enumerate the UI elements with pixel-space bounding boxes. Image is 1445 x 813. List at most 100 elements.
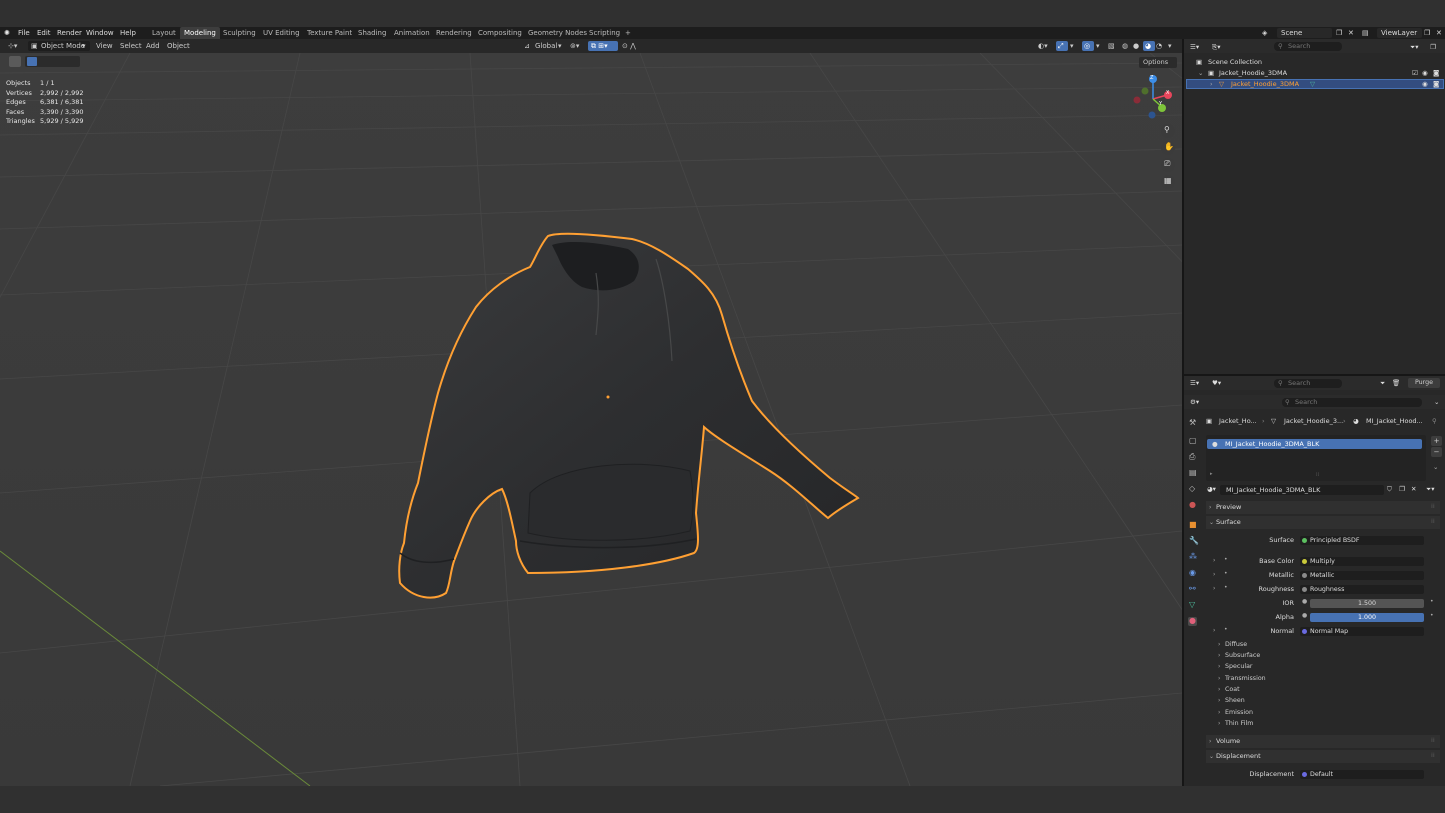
material-slot-name[interactable]: MI_Jacket_Hoodie_3DMA_BLK (1225, 439, 1319, 449)
render-tab-icon[interactable]: ▢ (1188, 436, 1197, 446)
chevron-right-icon[interactable]: › (1213, 557, 1215, 564)
normal-field[interactable]: Normal Map (1300, 627, 1424, 636)
physics-tab-icon[interactable]: ◉ (1188, 568, 1197, 578)
tab-shading[interactable]: Shading (354, 27, 390, 39)
menu-view[interactable]: View (96, 41, 113, 51)
tab-compositing[interactable]: Compositing (474, 27, 526, 39)
resize-handle-icon[interactable]: ⁞⁞ (1316, 470, 1319, 480)
menu-help[interactable]: Help (120, 28, 136, 38)
display-mode-icon[interactable]: ♥▾ (1212, 378, 1221, 388)
chevron-right-icon[interactable]: › (1210, 79, 1213, 89)
view-layer-tab-icon[interactable]: ▤ (1188, 468, 1197, 478)
specular-subpanel[interactable]: Specular (1225, 662, 1253, 672)
display-mode-icon[interactable]: ⎘▾ (1212, 42, 1220, 52)
camera-icon[interactable]: ◙ (1433, 68, 1439, 78)
chevron-down-icon[interactable]: ⌄ (1433, 462, 1438, 472)
object-jacket-hoodie[interactable]: Jacket_Hoodie_3DMA (1231, 79, 1299, 89)
drag-handle-icon[interactable]: ⁞⁞ (1431, 503, 1435, 510)
tab-layout[interactable]: Layout (148, 27, 180, 39)
particles-tab-icon[interactable]: ⁂ (1188, 552, 1197, 562)
3d-viewport[interactable]: Options Z Y X ⚲ ✋ ⎚ ▦ (0, 53, 1182, 786)
sheen-subpanel[interactable]: Sheen (1225, 696, 1245, 706)
editor-type-icon[interactable]: ⚙▾ (1190, 397, 1199, 407)
purge-button[interactable]: Purge (1408, 378, 1440, 388)
metallic-field[interactable]: Metallic (1300, 571, 1424, 580)
chevron-down-icon[interactable]: ▾ (1070, 41, 1074, 51)
gizmo-toggle-icon[interactable]: ⤢ (1058, 41, 1064, 51)
surface-shader-field[interactable]: Principled BSDF (1300, 536, 1424, 545)
chevron-right-icon[interactable]: › (1213, 585, 1215, 592)
scene-collection[interactable]: Scene Collection (1208, 57, 1262, 67)
filter-icon[interactable]: ⏷ (1380, 378, 1385, 388)
orientation-dropdown[interactable]: Global (535, 41, 557, 51)
breadcrumb-material[interactable]: MI_Jacket_Hood... (1366, 416, 1423, 426)
link-icon[interactable]: ⏷▾ (1426, 484, 1434, 494)
viewlayer-icon[interactable]: ▤ (1362, 28, 1369, 38)
surface-section[interactable]: Surface (1206, 516, 1440, 529)
select-box-icon[interactable] (27, 57, 37, 66)
tab-geometry-nodes[interactable]: Geometry Nodes (524, 27, 591, 39)
material-tab-icon[interactable]: ● (1188, 616, 1197, 626)
collection-jacket-hoodie[interactable]: Jacket_Hoodie_3DMA (1219, 68, 1287, 78)
menu-edit[interactable]: Edit (37, 28, 51, 38)
subsurface-subpanel[interactable]: Subsurface (1225, 651, 1260, 661)
wireframe-shading-icon[interactable]: ◍ (1122, 41, 1128, 51)
roughness-field[interactable]: Roughness (1300, 585, 1424, 594)
solid-shading-icon[interactable]: ● (1133, 41, 1139, 51)
material-browse-icon[interactable]: ◕▾ (1207, 484, 1216, 494)
xray-icon[interactable]: ▧ (1108, 41, 1115, 51)
tab-uv-editing[interactable]: UV Editing (259, 27, 304, 39)
chevron-down-icon[interactable]: ⌄ (1434, 397, 1439, 407)
pan-hand-icon[interactable]: ✋ (1161, 141, 1175, 155)
volume-section[interactable]: Volume (1206, 735, 1440, 748)
tab-animation[interactable]: Animation (390, 27, 434, 39)
drag-handle-icon[interactable]: ⁞⁞ (1431, 752, 1435, 759)
editor-type-icon[interactable]: ⊹▾ (8, 41, 17, 51)
transmission-subpanel[interactable]: Transmission (1225, 674, 1266, 684)
chevron-down-icon[interactable]: ⌄ (1198, 68, 1203, 78)
tab-scripting[interactable]: Scripting (585, 27, 624, 39)
menu-select[interactable]: Select (120, 41, 142, 51)
tab-sculpting[interactable]: Sculpting (219, 27, 260, 39)
add-slot-button[interactable]: + (1431, 436, 1442, 446)
scene-icon[interactable]: ◈ (1262, 28, 1267, 38)
trash-icon[interactable]: 🗑 (1392, 378, 1400, 388)
proportional-edit-icon[interactable]: ⊙ ⋀ (622, 41, 636, 51)
overlays-icon[interactable]: ◎ (1084, 41, 1090, 51)
drag-handle-icon[interactable]: ⁞⁞ (1431, 737, 1435, 744)
toolbar-toggle-icon[interactable] (9, 56, 21, 67)
menu-window[interactable]: Window (86, 28, 114, 38)
menu-render[interactable]: Render (57, 28, 82, 38)
visibility-icon[interactable]: ◐▾ (1038, 41, 1048, 51)
preview-section[interactable]: Preview (1206, 501, 1440, 514)
breadcrumb-mesh[interactable]: Jacket_Hoodie_3... (1284, 416, 1343, 426)
tool-tab-icon[interactable]: ⚒ (1188, 418, 1197, 428)
pivot-icon[interactable]: ⊚▾ (570, 41, 579, 51)
filter-icon[interactable]: ⏷▾ (1410, 42, 1418, 52)
selected-object-row[interactable] (1186, 79, 1444, 89)
blender-logo-icon[interactable]: ✺ (4, 28, 10, 38)
ior-slider[interactable]: 1.500 (1310, 599, 1424, 608)
rendered-shading-icon[interactable]: ◔ (1156, 41, 1162, 51)
object-tab-icon[interactable]: ■ (1188, 520, 1197, 530)
duplicate-icon[interactable]: ❐ (1399, 484, 1405, 494)
modifier-tab-icon[interactable]: 🔧 (1188, 536, 1199, 546)
camera-icon[interactable]: ◙ (1433, 79, 1439, 89)
perspective-grid-icon[interactable]: ▦ (1161, 175, 1175, 189)
delete-viewlayer-icon[interactable]: ✕ (1436, 28, 1442, 38)
diffuse-subpanel[interactable]: Diffuse (1225, 640, 1247, 650)
options-dropdown[interactable]: Options (1139, 57, 1177, 68)
chevron-right-icon[interactable]: › (1213, 627, 1215, 634)
alpha-slider[interactable]: 1.000 (1310, 613, 1424, 622)
coat-subpanel[interactable]: Coat (1225, 685, 1240, 695)
scene-tab-icon[interactable]: ◇ (1188, 484, 1197, 494)
eye-icon[interactable]: ◉ (1422, 79, 1428, 89)
keyframe-dot-icon[interactable]: • (1430, 612, 1434, 619)
drag-handle-icon[interactable]: ⁞⁞ (1431, 518, 1435, 525)
thin-film-subpanel[interactable]: Thin Film (1225, 719, 1253, 729)
world-tab-icon[interactable]: ● (1188, 500, 1197, 510)
constraints-tab-icon[interactable]: ⚯ (1188, 584, 1197, 594)
unlink-icon[interactable]: ✕ (1411, 484, 1416, 494)
output-tab-icon[interactable]: ⎙ (1188, 452, 1197, 462)
pin-icon[interactable]: ⚲ (1432, 416, 1437, 426)
